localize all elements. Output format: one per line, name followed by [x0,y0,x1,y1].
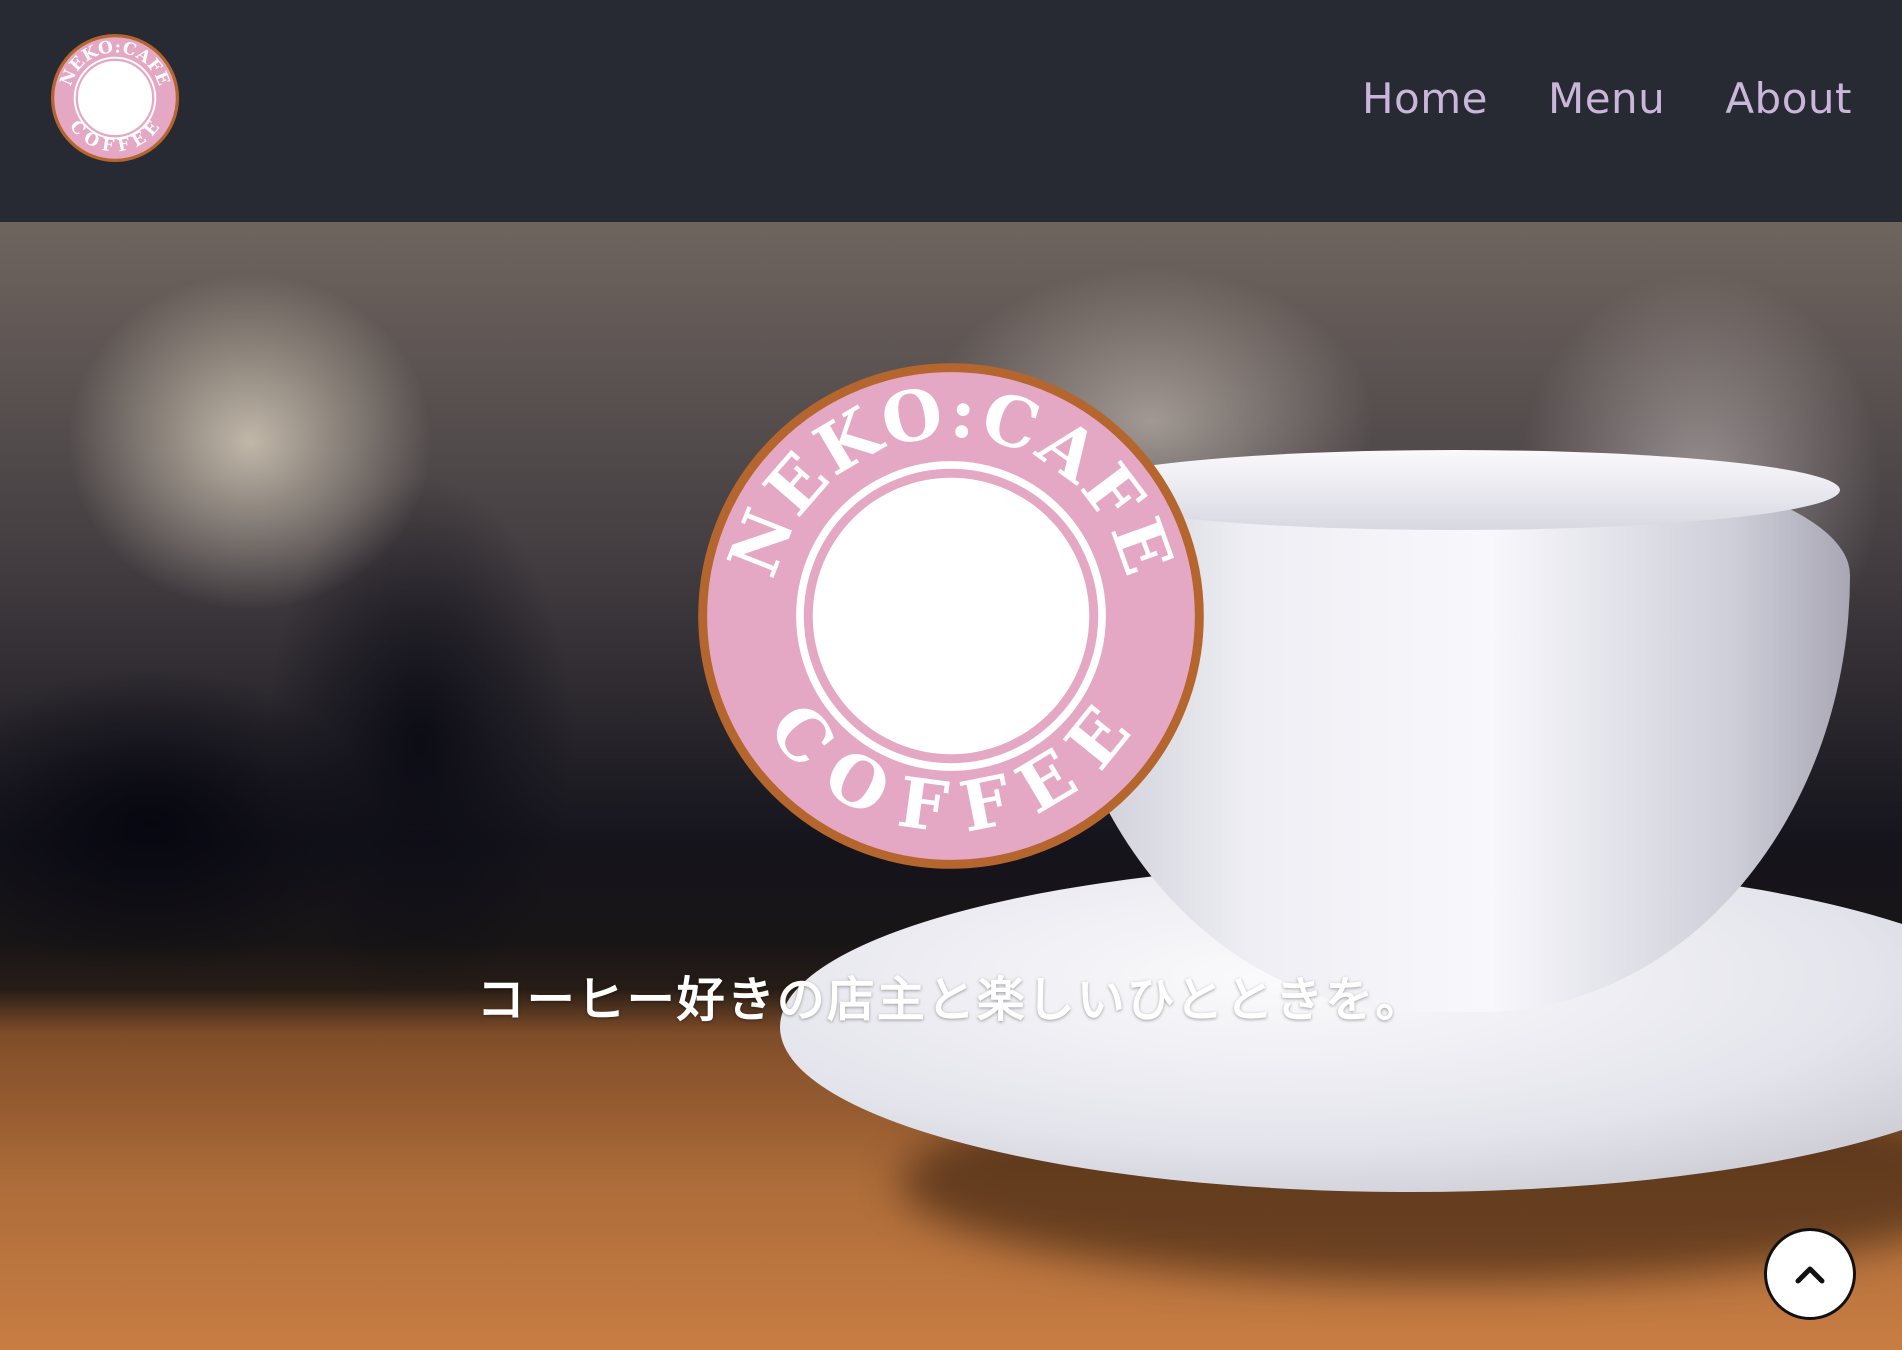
site-header: NEKO:CAFE COFFEE Home Menu About [0,0,1902,222]
main-nav: Home Menu About [1362,74,1852,123]
nav-menu-link[interactable]: Menu [1548,74,1665,123]
page: NEKO:CAFE COFFEE Home Menu About NEKO:CA… [0,0,1902,1350]
hero-logo: NEKO:CAFE COFFEE [698,363,1204,869]
hero-tagline: コーヒー好きの店主と楽しいひとときを。 [476,972,1426,1028]
nav-home-link[interactable]: Home [1362,74,1488,123]
scroll-to-top-button[interactable] [1764,1228,1856,1320]
header-logo[interactable]: NEKO:CAFE COFFEE [50,33,180,163]
chevron-up-icon [1795,1266,1825,1284]
nav-about-link[interactable]: About [1725,74,1852,123]
